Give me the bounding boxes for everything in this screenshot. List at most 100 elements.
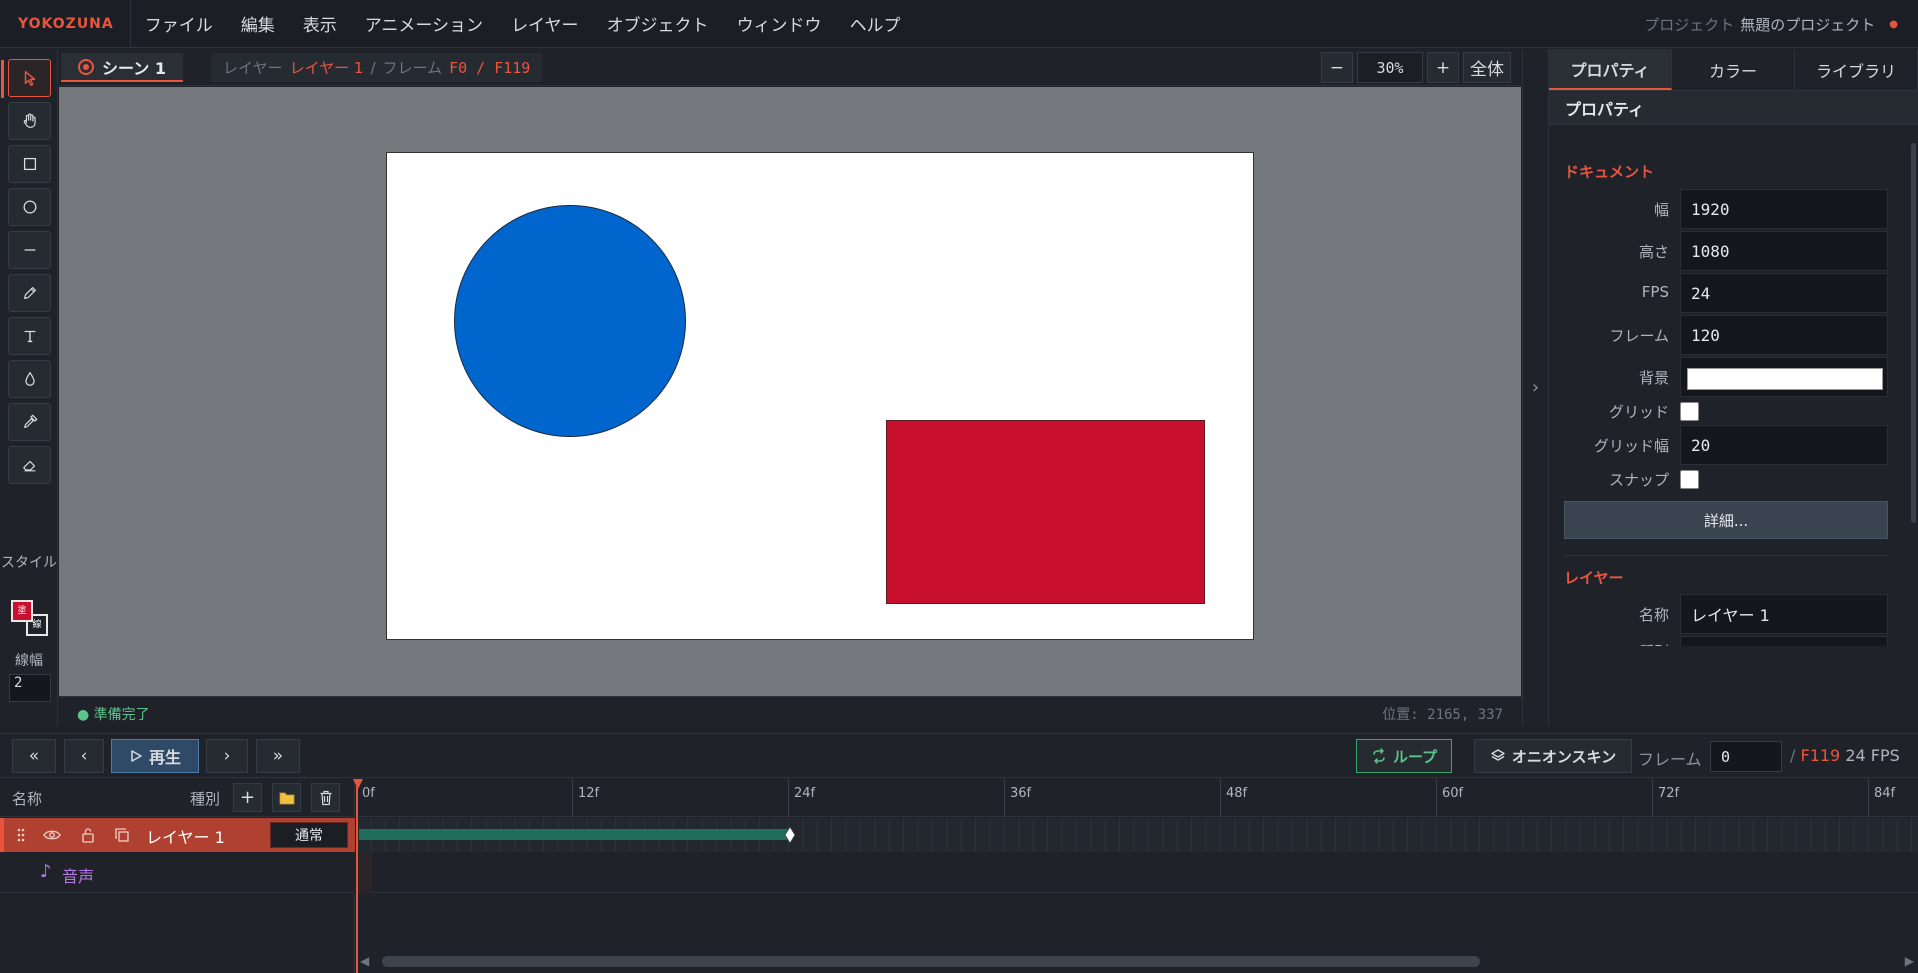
zoom-out-button[interactable]: −	[1321, 52, 1353, 83]
tab-color[interactable]: カラー	[1672, 49, 1795, 90]
ruler-tick-label: 24f	[794, 786, 816, 801]
fps-input[interactable]: 24	[1680, 273, 1888, 313]
frame-input[interactable]: 0	[1710, 741, 1782, 772]
scroll-right-icon[interactable]: ▶	[1905, 954, 1914, 968]
folder-icon	[279, 792, 294, 804]
drag-handle-icon[interactable]	[11, 825, 31, 845]
zoom-fit-button[interactable]: 全体	[1463, 52, 1511, 83]
menu-object[interactable]: オブジェクト	[593, 0, 723, 48]
audio-track[interactable]	[356, 853, 1918, 893]
layer-list-header: 名称 種別 +	[0, 779, 355, 817]
eye-icon[interactable]	[42, 825, 62, 845]
first-frame-button[interactable]: «	[12, 739, 56, 773]
unlock-icon[interactable]	[78, 825, 98, 845]
red-rectangle-shape[interactable]	[886, 420, 1205, 604]
prev-frame-button[interactable]: ‹	[64, 739, 104, 773]
zoom-level: 30%	[1357, 52, 1423, 83]
text-icon	[24, 330, 35, 343]
square-icon	[23, 157, 36, 171]
menu-animation[interactable]: アニメーション	[351, 0, 497, 48]
add-layer-button[interactable]: +	[233, 783, 262, 812]
last-frame-button[interactable]: »	[256, 739, 300, 773]
next-frame-button[interactable]: ›	[206, 739, 248, 773]
layer-row[interactable]: レイヤー 1 通常	[0, 818, 355, 852]
canvas-stage[interactable]	[59, 87, 1521, 696]
panel-scrollbar-thumb[interactable]	[1911, 143, 1916, 523]
project-name: 無題のプロジェクト	[1740, 15, 1876, 34]
loop-icon	[1373, 748, 1385, 764]
layer-name-input[interactable]: レイヤー 1	[1680, 594, 1888, 634]
app-logo: YOKOZUNA	[0, 0, 131, 48]
play-button[interactable]: 再生	[111, 739, 199, 773]
eyedropper-tool-button[interactable]	[8, 403, 51, 441]
width-label: 幅	[1653, 201, 1669, 219]
play-icon	[131, 750, 142, 762]
frame-total-separator: /	[1790, 746, 1796, 765]
add-folder-button[interactable]	[272, 783, 301, 812]
layer-kind-select[interactable]: 通常	[1680, 636, 1888, 646]
menu-file[interactable]: ファイル	[131, 0, 227, 48]
grid-width-label: グリッド幅	[1593, 437, 1669, 455]
tool-palette: スタイル 線 塗 線幅 2	[0, 49, 58, 726]
zoom-in-button[interactable]: +	[1427, 52, 1459, 83]
frames-input[interactable]: 120	[1680, 315, 1888, 355]
blue-circle-shape[interactable]	[454, 205, 686, 437]
artboard[interactable]	[386, 152, 1254, 640]
panel-collapse-handle[interactable]: ›	[1522, 49, 1549, 726]
height-input[interactable]: 1080	[1680, 231, 1888, 271]
fill-tool-button[interactable]	[8, 360, 51, 398]
tween-span[interactable]	[359, 829, 791, 840]
canvas-statusbar: ● 準備完了 位置: 2165, 337	[59, 696, 1521, 726]
fill-color-swatch[interactable]: 塗	[11, 600, 33, 622]
text-tool-button[interactable]	[8, 317, 51, 355]
tab-library[interactable]: ライブラリ	[1795, 49, 1918, 90]
timeline-scrollbar[interactable]: ◀ ▶	[356, 952, 1918, 970]
onion-skin-toggle[interactable]: オニオンスキン	[1474, 739, 1632, 773]
line-tool-button[interactable]	[8, 231, 51, 269]
delete-layer-button[interactable]	[311, 783, 340, 812]
duplicate-icon[interactable]	[112, 825, 132, 845]
grid-width-input[interactable]: 20	[1680, 425, 1888, 465]
audio-track-row[interactable]: ♪ 音声	[0, 853, 355, 893]
scene-tab[interactable]: シーン 1	[61, 53, 183, 82]
rectangle-tool-button[interactable]	[8, 145, 51, 183]
layer-track[interactable]	[356, 818, 1918, 852]
trash-icon	[320, 790, 331, 805]
background-color-swatch[interactable]	[1687, 368, 1883, 390]
project-indicator: プロジェクト 無題のプロジェクト ●	[1644, 0, 1898, 48]
menu-window[interactable]: ウィンドウ	[723, 0, 836, 48]
snap-checkbox[interactable]	[1680, 470, 1699, 489]
background-color-field[interactable]	[1680, 357, 1888, 397]
menu-view[interactable]: 表示	[289, 0, 351, 48]
menu-edit[interactable]: 編集	[227, 0, 289, 48]
timeline-scrollbar-thumb[interactable]	[382, 956, 1480, 967]
fps-label: FPS	[1641, 283, 1669, 301]
pen-tool-button[interactable]	[8, 274, 51, 312]
select-tool-button[interactable]	[1, 59, 51, 98]
menu-help[interactable]: ヘルプ	[836, 0, 915, 48]
hand-tool-button[interactable]	[8, 102, 51, 140]
ellipse-tool-button[interactable]	[8, 188, 51, 226]
details-button[interactable]: 詳細...	[1564, 501, 1888, 539]
arrow-cursor-icon	[24, 70, 35, 86]
audio-track-start	[356, 853, 372, 893]
menu-layer[interactable]: レイヤー	[497, 0, 593, 48]
grid-checkbox[interactable]	[1680, 402, 1699, 421]
stroke-width-input[interactable]: 2	[9, 674, 51, 702]
loop-toggle[interactable]: ループ	[1356, 739, 1452, 773]
playhead-handle[interactable]	[353, 779, 363, 789]
ruler-tick: 36f	[1004, 779, 1031, 817]
timeline-ruler[interactable]: 0f 12f 24f 36f 48f 60f 72f 84f	[356, 779, 1918, 817]
droplet-icon	[24, 371, 35, 386]
scroll-left-icon[interactable]: ◀	[360, 954, 369, 968]
tab-properties[interactable]: プロパティ	[1549, 49, 1672, 90]
panel-scrollbar[interactable]	[1908, 129, 1918, 726]
keyframe-diamond-icon[interactable]	[784, 826, 796, 844]
eraser-tool-button[interactable]	[8, 446, 51, 484]
width-input[interactable]: 1920	[1680, 189, 1888, 229]
eyedropper-icon	[23, 414, 37, 428]
playhead[interactable]	[356, 779, 358, 973]
header-name: 名称	[12, 790, 43, 808]
crumb-layer-key: レイヤー	[223, 59, 283, 77]
layer-mode-select[interactable]: 通常	[270, 822, 348, 848]
